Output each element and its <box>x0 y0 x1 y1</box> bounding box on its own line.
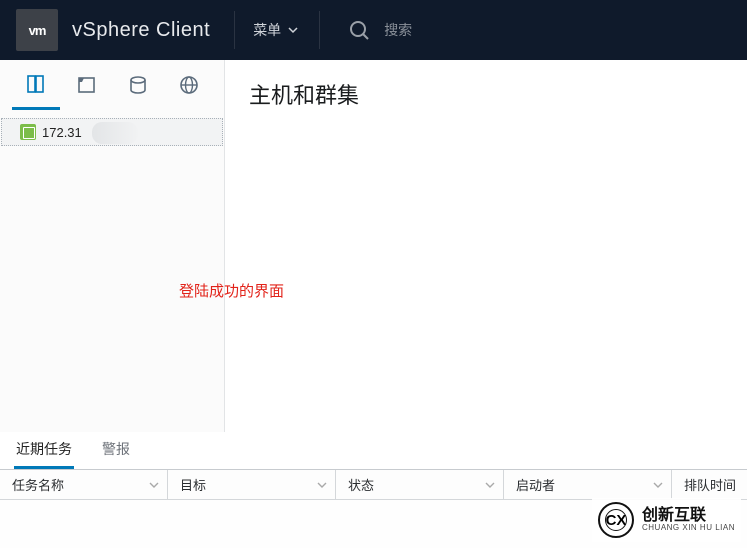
host-icon <box>20 124 36 140</box>
top-bar: vm vSphere Client 菜单 <box>0 0 747 60</box>
chevron-down-icon <box>485 480 495 490</box>
divider <box>234 11 235 49</box>
sidebar: 172.31 <box>0 60 225 432</box>
col-label: 任务名称 <box>12 475 64 494</box>
page-title: 主机和群集 <box>249 78 723 110</box>
watermark-cn: 创新互联 <box>642 507 735 525</box>
tab-alarms[interactable]: 警报 <box>100 433 132 469</box>
nav-tabs <box>0 60 224 110</box>
watermark-logo: CX <box>598 502 634 538</box>
nav-tab-vms[interactable] <box>63 60 111 110</box>
chevron-down-icon <box>149 480 159 490</box>
storage-icon <box>127 74 149 96</box>
watermark: CX 创新互联 CHUANG XIN HU LIAN <box>592 498 741 542</box>
bottom-tabs: 近期任务 警报 <box>0 432 747 470</box>
logo-text: vm <box>29 23 46 38</box>
tree-row-host[interactable]: 172.31 <box>1 118 223 146</box>
menu-button[interactable]: 菜单 <box>253 20 299 40</box>
brand-label: vSphere Client <box>72 19 210 42</box>
col-status[interactable]: 状态 <box>336 470 504 500</box>
col-label: 启动者 <box>516 475 555 494</box>
content-area: 主机和群集 登陆成功的界面 <box>225 60 747 432</box>
nav-tab-hosts[interactable] <box>12 60 60 110</box>
col-target[interactable]: 目标 <box>168 470 336 500</box>
network-icon <box>178 74 200 96</box>
menu-label: 菜单 <box>253 20 281 40</box>
tree-label: 172.31 <box>42 125 82 140</box>
vmware-logo: vm <box>16 9 58 51</box>
inventory-tree: 172.31 <box>0 110 224 146</box>
nav-tab-storage[interactable] <box>114 60 162 110</box>
workspace: 172.31 主机和群集 登陆成功的界面 <box>0 60 747 432</box>
vms-icon <box>76 74 98 96</box>
redacted-segment <box>92 122 138 144</box>
chevron-down-icon <box>317 480 327 490</box>
hosts-icon <box>25 73 47 95</box>
divider <box>319 11 320 49</box>
col-task-name[interactable]: 任务名称 <box>0 470 168 500</box>
col-initiator[interactable]: 启动者 <box>504 470 672 500</box>
tab-recent-tasks[interactable]: 近期任务 <box>14 433 74 469</box>
watermark-en: CHUANG XIN HU LIAN <box>642 524 735 533</box>
annotation-text: 登陆成功的界面 <box>179 280 723 301</box>
col-label: 目标 <box>180 475 206 494</box>
search-input[interactable] <box>384 22 584 38</box>
search-wrap <box>348 19 584 41</box>
col-queue-time[interactable]: 排队时间 <box>672 470 747 500</box>
nav-tab-network[interactable] <box>165 60 213 110</box>
chevron-down-icon <box>653 480 663 490</box>
tasks-grid-header: 任务名称 目标 状态 启动者 排队时间 <box>0 470 747 500</box>
col-label: 状态 <box>348 475 374 494</box>
search-icon <box>348 19 370 41</box>
watermark-text: 创新互联 CHUANG XIN HU LIAN <box>642 507 735 533</box>
chevron-down-icon <box>287 24 299 36</box>
col-label: 排队时间 <box>684 475 736 494</box>
